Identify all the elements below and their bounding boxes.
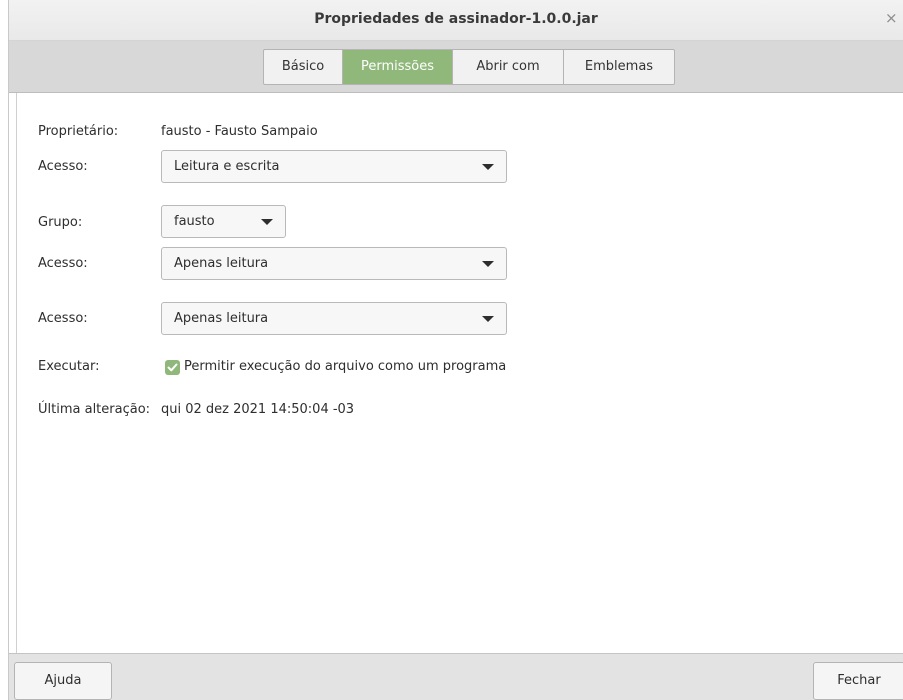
- owner-value: fausto - Fausto Sampaio: [161, 124, 318, 139]
- others-access-value: Apenas leitura: [174, 311, 269, 326]
- tab-abrir-com[interactable]: Abrir com: [453, 50, 564, 84]
- owner-access-label: Acesso:: [38, 159, 88, 174]
- checkmark-icon: [167, 363, 178, 372]
- chevron-down-icon: [482, 261, 494, 267]
- tab-strip: Básico Permissões Abrir com Emblemas: [9, 41, 903, 93]
- title-bar[interactable]: Propriedades de assinador-1.0.0.jar ×: [9, 0, 903, 41]
- tab-emblemas[interactable]: Emblemas: [564, 50, 674, 84]
- modified-value: qui 02 dez 2021 14:50:04 -03: [161, 402, 355, 417]
- owner-access-dropdown[interactable]: Leitura e escrita: [161, 150, 507, 183]
- group-access-dropdown[interactable]: Apenas leitura: [161, 247, 507, 280]
- execute-checkbox[interactable]: [165, 360, 180, 375]
- execute-label: Executar:: [38, 359, 100, 374]
- chevron-down-icon: [482, 164, 494, 170]
- help-button[interactable]: Ajuda: [14, 662, 112, 700]
- owner-access-value: Leitura e escrita: [174, 159, 280, 174]
- close-button[interactable]: Fechar: [813, 662, 903, 700]
- group-value: fausto: [174, 214, 215, 229]
- execute-checkbox-label[interactable]: Permitir execução do arquivo como um pro…: [184, 359, 506, 374]
- button-bar: Ajuda Fechar: [9, 653, 903, 700]
- others-access-dropdown[interactable]: Apenas leitura: [161, 302, 507, 335]
- group-access-label: Acesso:: [38, 256, 88, 271]
- panel-border: [16, 93, 17, 653]
- owner-label: Proprietário:: [38, 124, 119, 139]
- close-icon[interactable]: ×: [885, 10, 899, 26]
- tab-basico[interactable]: Básico: [264, 50, 343, 84]
- properties-dialog: Propriedades de assinador-1.0.0.jar × Bá…: [0, 0, 903, 700]
- group-access-value: Apenas leitura: [174, 256, 269, 271]
- chevron-down-icon: [482, 316, 494, 322]
- group-dropdown[interactable]: fausto: [161, 205, 286, 238]
- tab-group: Básico Permissões Abrir com Emblemas: [263, 49, 675, 85]
- others-access-label: Acesso:: [38, 311, 88, 326]
- modified-label: Última alteração:: [38, 402, 151, 417]
- group-label: Grupo:: [38, 215, 83, 230]
- chevron-down-icon: [261, 219, 273, 225]
- tab-permissoes[interactable]: Permissões: [343, 50, 453, 84]
- window-title: Propriedades de assinador-1.0.0.jar: [314, 11, 598, 27]
